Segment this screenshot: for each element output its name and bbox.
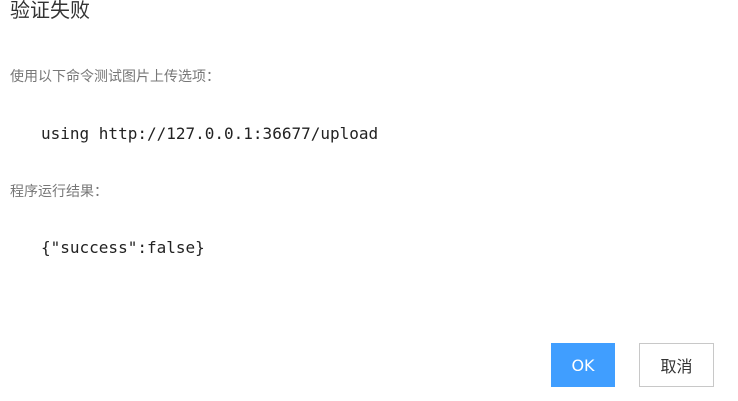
validation-dialog: 验证失败 使用以下命令测试图片上传选项： using http://127.0.… (0, 0, 738, 401)
ok-button[interactable]: OK (551, 343, 615, 387)
command-text: using http://127.0.0.1:36677/upload (41, 124, 379, 143)
result-text: {"success":false} (41, 238, 205, 257)
cancel-button[interactable]: 取消 (639, 343, 714, 387)
result-label: 程序运行结果： (10, 184, 108, 200)
dialog-title: 验证失败 (10, 0, 90, 22)
command-label: 使用以下命令测试图片上传选项： (10, 69, 220, 85)
